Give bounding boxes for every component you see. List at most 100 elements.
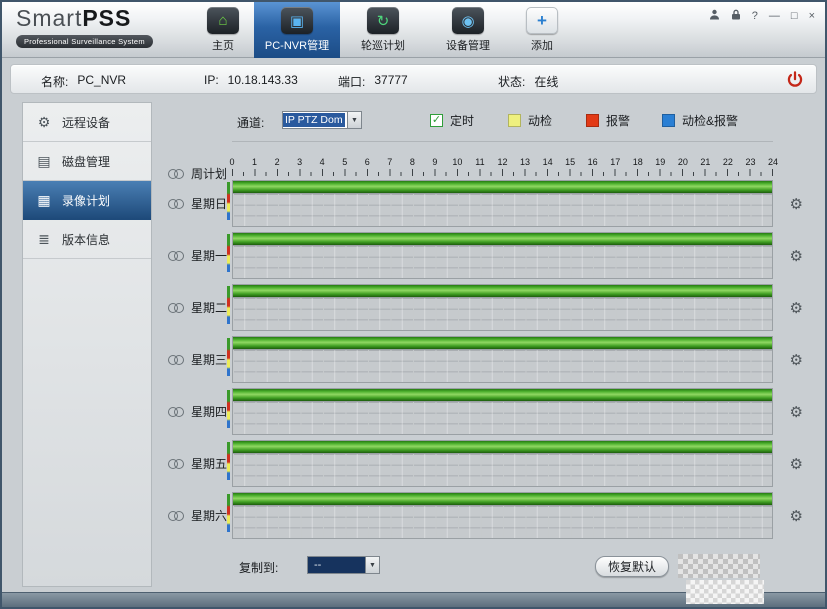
hour-label: 7	[387, 157, 392, 167]
gear-icon[interactable]: ⚙	[790, 299, 803, 317]
day-row: 星期二 ⚙	[154, 284, 817, 336]
hour-label: 12	[497, 157, 507, 167]
add-icon: +	[526, 7, 558, 34]
timeline-bar-track	[233, 233, 772, 246]
legend-label: 报警	[606, 112, 630, 129]
channel-dropdown[interactable]: IP PTZ Dom ▼	[282, 111, 362, 129]
sidebar-item-label: 版本信息	[62, 231, 110, 248]
day-label: 星期二	[191, 299, 227, 316]
day-row: 星期日⚙	[154, 180, 817, 232]
sidebar-item-disk-manage[interactable]: ▤ 磁盘管理	[23, 142, 151, 181]
schedule-grid[interactable]	[233, 402, 772, 434]
hour-label: 0	[229, 157, 234, 167]
day-row-header: 星期三	[168, 351, 227, 368]
info-field: 名称:PC_NVR	[41, 73, 126, 90]
link-icon[interactable]	[168, 303, 183, 312]
tab-device-manage[interactable]: ◉设备管理	[426, 2, 510, 58]
sidebar-item-record-plan[interactable]: ▦ 录像计划	[23, 181, 151, 220]
tab-pc-nvr-manage[interactable]: ▣PC-NVR管理	[254, 2, 340, 58]
tab-home[interactable]: ⌂主页	[192, 2, 254, 58]
hour-label: 15	[565, 157, 575, 167]
schedule-grid[interactable]	[233, 350, 772, 382]
link-icon[interactable]	[168, 169, 183, 178]
power-icon[interactable]	[786, 71, 804, 89]
hour-label: 11	[475, 157, 484, 167]
schedule-block	[232, 388, 773, 435]
sidebar-menu: ⚙远程设备 ▤ 磁盘管理 ▦ 录像计划 ≣版本信息	[22, 102, 152, 587]
tour-icon: ↻	[367, 7, 399, 34]
schedule-grid[interactable]	[233, 298, 772, 330]
chevron-down-icon[interactable]: ▼	[365, 556, 380, 574]
day-rows: 星期日⚙星期一⚙星期二⚙星期三⚙星期四⚙星期五⚙星期六⚙	[154, 180, 817, 544]
gear-icon[interactable]: ⚙	[790, 247, 803, 265]
color-swatch	[508, 114, 521, 127]
record-type-strip	[227, 182, 230, 222]
schedule-grid[interactable]	[233, 246, 772, 278]
window-controls: ? — □ ×	[709, 9, 815, 23]
hour-label: 21	[700, 157, 710, 167]
day-label: 星期四	[191, 403, 227, 420]
app-window: SmartPSS Professional Surveillance Syste…	[0, 0, 827, 609]
record-type-strip	[227, 442, 230, 482]
sidebar-item-label: 磁盘管理	[62, 153, 110, 170]
checkbox-checked-icon: ✓	[430, 114, 443, 127]
tab-label: PC-NVR管理	[265, 37, 329, 53]
gear-icon[interactable]: ⚙	[790, 455, 803, 473]
schedule-grid[interactable]	[233, 506, 772, 538]
gear-icon[interactable]: ⚙	[790, 507, 803, 525]
schedule-grid[interactable]	[233, 194, 772, 226]
hour-label: 6	[365, 157, 370, 167]
link-icon[interactable]	[168, 251, 183, 260]
restore-default-button[interactable]: 恢复默认	[595, 556, 669, 577]
record-type-strip	[227, 338, 230, 378]
tab-label: 添加	[531, 37, 553, 53]
sidebar-item-label: 录像计划	[62, 192, 110, 209]
info-value: 37777	[374, 73, 407, 90]
channel-dropdown-value: IP PTZ Dom	[282, 111, 347, 129]
separator-line	[232, 141, 773, 142]
day-row: 星期六 ⚙	[154, 492, 817, 544]
hour-label: 24	[768, 157, 778, 167]
link-icon[interactable]	[168, 459, 183, 468]
info-label: 状态:	[498, 73, 525, 90]
user-icon[interactable]	[709, 9, 720, 23]
maximize-icon[interactable]: □	[791, 11, 798, 22]
lock-icon[interactable]	[731, 9, 741, 23]
link-icon[interactable]	[168, 407, 183, 416]
obscured-button[interactable]	[678, 554, 760, 578]
gear-icon[interactable]: ⚙	[790, 351, 803, 369]
device-icon: ◉	[452, 7, 484, 34]
sidebar-item-remote-device[interactable]: ⚙远程设备	[23, 103, 151, 142]
sidebar-item-label: 远程设备	[62, 114, 110, 131]
day-row-header: 星期五	[168, 455, 227, 472]
tab-tour-plan[interactable]: ↻轮巡计划	[340, 2, 426, 58]
schedule-block	[232, 336, 773, 383]
legend-label: 动检	[528, 112, 552, 129]
sidebar-item-version-info[interactable]: ≣版本信息	[23, 220, 151, 259]
film-icon: ▦	[36, 192, 52, 209]
link-icon[interactable]	[168, 355, 183, 364]
app-tagline: Professional Surveillance System	[16, 35, 153, 48]
close-icon[interactable]: ×	[809, 11, 815, 22]
chevron-down-icon[interactable]: ▼	[347, 111, 362, 129]
schedule-grid[interactable]	[233, 454, 772, 486]
day-row: 星期四 ⚙	[154, 388, 817, 440]
hour-label: 19	[655, 157, 665, 167]
legend-item: 动检&报警	[662, 112, 738, 129]
info-label: IP:	[204, 73, 219, 87]
copy-to-dropdown[interactable]: -- ▼	[307, 556, 380, 574]
disk-icon: ▤	[36, 153, 52, 170]
gear-icon[interactable]: ⚙	[790, 403, 803, 421]
schedule-block	[232, 492, 773, 539]
hour-label: 13	[520, 157, 530, 167]
timeline-bar-track	[233, 337, 772, 350]
tab-add[interactable]: + 添加	[510, 2, 574, 58]
link-icon[interactable]	[168, 511, 183, 520]
minimize-icon[interactable]: —	[769, 11, 780, 22]
link-icon[interactable]	[168, 199, 183, 208]
app-logo: SmartPSS Professional Surveillance Syste…	[16, 5, 153, 49]
gear-icon[interactable]: ⚙	[790, 195, 803, 213]
channel-label: 通道:	[237, 114, 264, 131]
help-icon[interactable]: ?	[752, 11, 758, 22]
day-label: 星期六	[191, 507, 227, 524]
